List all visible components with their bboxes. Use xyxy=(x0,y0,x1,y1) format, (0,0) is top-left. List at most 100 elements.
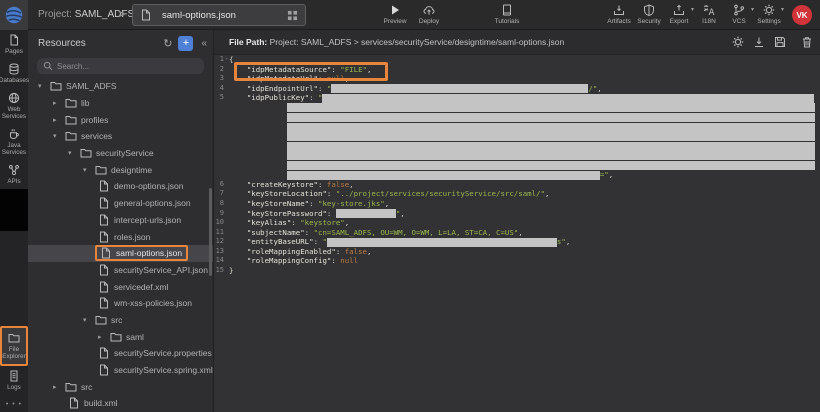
code-line[interactable] xyxy=(214,113,820,123)
tree-item-roles-json[interactable]: roles.json xyxy=(28,228,213,245)
rail-overflow-button[interactable]: • • • xyxy=(6,395,22,412)
add-resource-button[interactable]: + xyxy=(178,36,193,51)
tree-item-label: saml-options.json xyxy=(116,248,182,258)
delete-button[interactable] xyxy=(801,36,813,48)
tree-item-build-xml[interactable]: build.xml xyxy=(28,395,213,412)
vcs-icon xyxy=(733,4,745,16)
file-icon xyxy=(98,364,110,376)
tree-item-saml[interactable]: ▸saml xyxy=(28,328,213,345)
code-line[interactable] xyxy=(214,103,820,113)
rail-item-apis[interactable]: APIs xyxy=(0,160,28,189)
folder-icon xyxy=(65,130,77,142)
tree-item-lib[interactable]: ▸lib xyxy=(28,95,213,112)
code-line[interactable]: 11 "subjectName": "cn=SAML_ADFS, OU=WM, … xyxy=(214,228,820,238)
tree-item-profiles[interactable]: ▸profiles xyxy=(28,111,213,128)
tree-item-wm-xss-policies-json[interactable]: wm-xss-policies.json xyxy=(28,295,213,312)
code-line[interactable] xyxy=(214,132,820,142)
tree-item-src[interactable]: ▾src xyxy=(28,312,213,329)
search-input[interactable] xyxy=(57,62,198,71)
tree-item-saml-adfs[interactable]: ▾SAML_ADFS xyxy=(28,78,213,95)
code-line[interactable]: 3 "idpMetadataUrl": null, xyxy=(214,74,820,84)
tree-item-services[interactable]: ▾services xyxy=(28,128,213,145)
tree-item-src[interactable]: ▸src xyxy=(28,378,213,395)
settings-button[interactable]: Settings▾ xyxy=(754,3,784,25)
code-text: "keyStoreLocation": "../project/services… xyxy=(229,189,549,199)
app-logo[interactable] xyxy=(0,0,28,30)
tree-item-label: securityService.spring.xml xyxy=(114,365,213,375)
rail-item-databases[interactable]: Databases xyxy=(0,59,28,88)
deploy-button[interactable]: Deploy xyxy=(412,3,446,25)
tree-item-saml-options-json[interactable]: saml-options.json xyxy=(28,245,213,262)
export-button[interactable]: Export▾ xyxy=(664,3,694,25)
caret-down-icon[interactable]: ▾ xyxy=(83,166,95,174)
rail-item-label: File Explorer xyxy=(2,346,26,360)
rail-item-web-services[interactable]: Web Services xyxy=(0,88,28,124)
caret-right-icon[interactable]: ▸ xyxy=(53,99,65,107)
tab-saml-options[interactable]: saml-options.json xyxy=(132,4,306,26)
preview-button[interactable]: Preview xyxy=(378,3,412,25)
code-line[interactable] xyxy=(214,161,820,171)
rail-item-label: APIs xyxy=(7,178,20,185)
code-line[interactable]: 7 "keyStoreLocation": "../project/servic… xyxy=(214,189,820,199)
refresh-icon[interactable]: ↻ xyxy=(163,37,172,50)
caret-down-icon[interactable]: ▾ xyxy=(53,132,65,140)
tree-item-label: general-options.json xyxy=(114,198,191,208)
tree-item-general-options-json[interactable]: general-options.json xyxy=(28,195,213,212)
caret-down-icon[interactable]: ▾ xyxy=(68,149,80,157)
tree-item-securityservice-api-json[interactable]: securityService_API.json xyxy=(28,262,213,279)
caret-right-icon[interactable]: ▸ xyxy=(53,383,65,391)
tree-item-label: intercept-urls.json xyxy=(114,215,181,225)
settings-button[interactable] xyxy=(732,36,744,48)
vcs-button[interactable]: VCS▾ xyxy=(724,3,754,25)
tree-item-demo-options-json[interactable]: demo-options.json xyxy=(28,178,213,195)
code-line[interactable]: 12 "entityBaseURL": "s", xyxy=(214,237,820,247)
code-line[interactable]: 9 "keyStorePassword": ", xyxy=(214,209,820,219)
cloud-up-icon xyxy=(423,4,435,16)
download-button[interactable] xyxy=(753,36,765,48)
caret-down-icon[interactable]: ▾ xyxy=(83,316,95,324)
code-line[interactable]: 8 "keyStoreName": "key-store.jks", xyxy=(214,199,820,209)
tree-item-securityservice-spring-xml[interactable]: securityService.spring.xml xyxy=(28,362,213,379)
code-editor[interactable]: 1-{2 "idpMetadataSource": "FILE",3 "idpM… xyxy=(214,55,820,412)
tree-item-servicedef-xml[interactable]: servicedef.xml xyxy=(28,278,213,295)
code-line[interactable]: 10 "keyAlias": "keystore", xyxy=(214,218,820,228)
user-avatar[interactable]: VK xyxy=(792,5,812,25)
code-line[interactable] xyxy=(214,122,820,132)
save-button[interactable] xyxy=(774,36,786,48)
tree-item-securityservice-properties[interactable]: securityService.properties xyxy=(28,345,213,362)
rail-item-pages[interactable]: Pages xyxy=(0,30,28,59)
code-line[interactable]: 5 "idpPublicKey": " xyxy=(214,93,820,103)
code-line[interactable] xyxy=(214,141,820,151)
code-line[interactable]: 14 "roleMappingConfig": null xyxy=(214,256,820,266)
security-button[interactable]: Security xyxy=(634,3,664,25)
code-line[interactable]: 2 "idpMetadataSource": "FILE", xyxy=(214,65,820,75)
code-line[interactable]: 1-{ xyxy=(214,55,820,65)
caret-right-icon[interactable]: ▸ xyxy=(98,333,110,341)
grid-icon[interactable] xyxy=(287,10,298,21)
caret-down-icon[interactable]: ▾ xyxy=(38,82,50,90)
resources-header: Resources ↻ + « xyxy=(28,30,213,57)
tree-item-intercept-urls-json[interactable]: intercept-urls.json xyxy=(28,212,213,229)
i18n-button[interactable]: AI18N xyxy=(694,3,724,25)
artifacts-button[interactable]: Artifacts xyxy=(604,3,634,25)
line-number: 14 xyxy=(214,256,224,266)
code-line[interactable]: 4 "idpEndpointUrl": "/", xyxy=(214,84,820,94)
rail-item-file-explorer[interactable]: File Explorer xyxy=(0,326,28,366)
search-box[interactable] xyxy=(37,58,204,74)
code-line[interactable]: 6 "createKeystore": false, xyxy=(214,180,820,190)
tree-item-securityservice[interactable]: ▾securityService xyxy=(28,145,213,162)
tutorials-button[interactable]: Tutorials xyxy=(490,3,524,25)
code-line[interactable]: 13 "roleMappingEnabled": false, xyxy=(214,247,820,257)
code-text: "idpMetadataSource": "FILE", xyxy=(229,65,371,75)
code-line[interactable]: 15} xyxy=(214,266,820,276)
rail-item-java-services[interactable]: Java Services xyxy=(0,124,28,160)
tree-scrollbar[interactable] xyxy=(209,188,212,276)
breadcrumb-chevron-icon[interactable]: > xyxy=(118,7,125,21)
code-line[interactable]: =", xyxy=(214,170,820,180)
tree-item-designtime[interactable]: ▾designtime xyxy=(28,161,213,178)
code-line[interactable] xyxy=(214,151,820,161)
caret-right-icon[interactable]: ▸ xyxy=(53,116,65,124)
collapse-panel-icon[interactable]: « xyxy=(199,38,209,49)
line-number: 12 xyxy=(214,237,224,247)
rail-item-logs[interactable]: Logs xyxy=(0,366,28,395)
